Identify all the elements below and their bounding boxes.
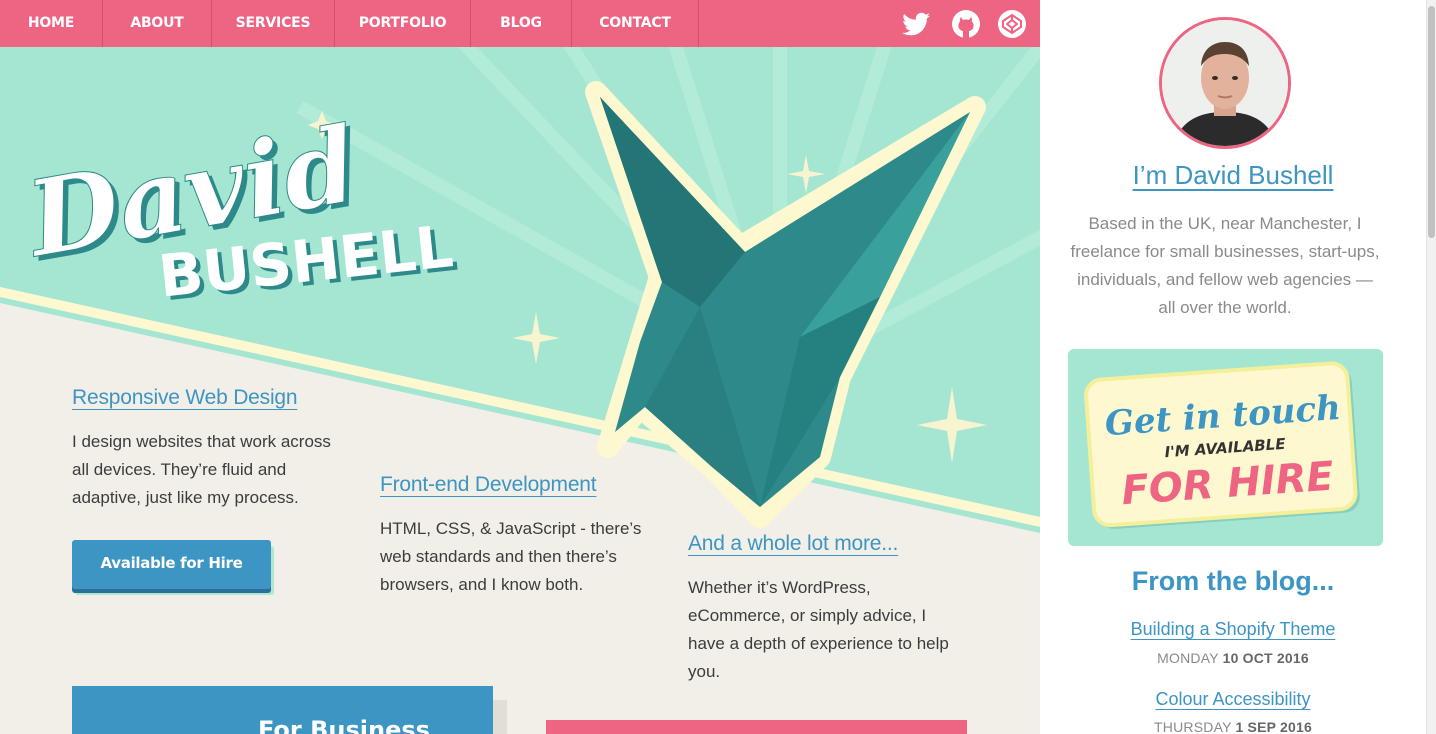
card-shadow xyxy=(493,700,507,734)
blog-post-title[interactable]: Colour Accessibility xyxy=(1040,689,1426,710)
main-nav: HOME ABOUT SERVICES PORTFOLIO BLOG CONTA… xyxy=(0,0,1040,47)
service-title-more[interactable]: And a whole lot more... xyxy=(688,532,898,556)
blog-post-date: THURSDAY 1 SEP 2016 xyxy=(1154,719,1312,734)
service-text-more: Whether it’s WordPress, eCommerce, or si… xyxy=(688,578,949,681)
nav-services[interactable]: SERVICES xyxy=(212,0,334,47)
nav-blog[interactable]: BLOG xyxy=(471,0,571,47)
about-title[interactable]: I’m David Bushell xyxy=(1040,160,1426,191)
blog-post-title[interactable]: Building a Shopify Theme xyxy=(1040,619,1426,640)
nav-portfolio[interactable]: PORTFOLIO xyxy=(335,0,470,47)
service-title-responsive[interactable]: Responsive Web Design xyxy=(72,386,298,410)
scrollbar-thumb[interactable] xyxy=(1428,6,1435,238)
nav-about[interactable]: ABOUT xyxy=(103,0,211,47)
codepen-icon[interactable] xyxy=(996,8,1028,40)
blog-post-date: MONDAY 10 OCT 2016 xyxy=(1157,650,1309,666)
nav-contact[interactable]: CONTACT xyxy=(572,0,698,47)
hire-banner[interactable]: Get in touch I'M AVAILABLE FOR HIRE xyxy=(1068,349,1383,546)
available-for-hire-button[interactable]: Available for Hire xyxy=(72,540,271,589)
about-text: Based in the UK, near Manchester, I free… xyxy=(1070,214,1380,317)
service-title-frontend[interactable]: Front-end Development xyxy=(380,473,597,497)
service-text-frontend: HTML, CSS, & JavaScript - there’s web st… xyxy=(380,519,642,594)
twitter-icon[interactable] xyxy=(900,8,932,40)
scrollbar[interactable] xyxy=(1426,0,1436,734)
main-content: David David BUSHELL BUSHELL HOME ABOUT S… xyxy=(0,0,1040,734)
nav-home[interactable]: HOME xyxy=(0,0,102,47)
avatar xyxy=(1159,17,1291,149)
github-icon[interactable] xyxy=(950,8,982,40)
sidebar: I’m David Bushell Based in the UK, near … xyxy=(1040,0,1426,734)
portfolio-card-title: For Business xyxy=(258,716,430,734)
portfolio-card-pink[interactable] xyxy=(546,720,967,734)
blog-section-title: From the blog... xyxy=(1131,566,1335,596)
service-text-responsive: I design websites that work across all d… xyxy=(72,432,331,507)
